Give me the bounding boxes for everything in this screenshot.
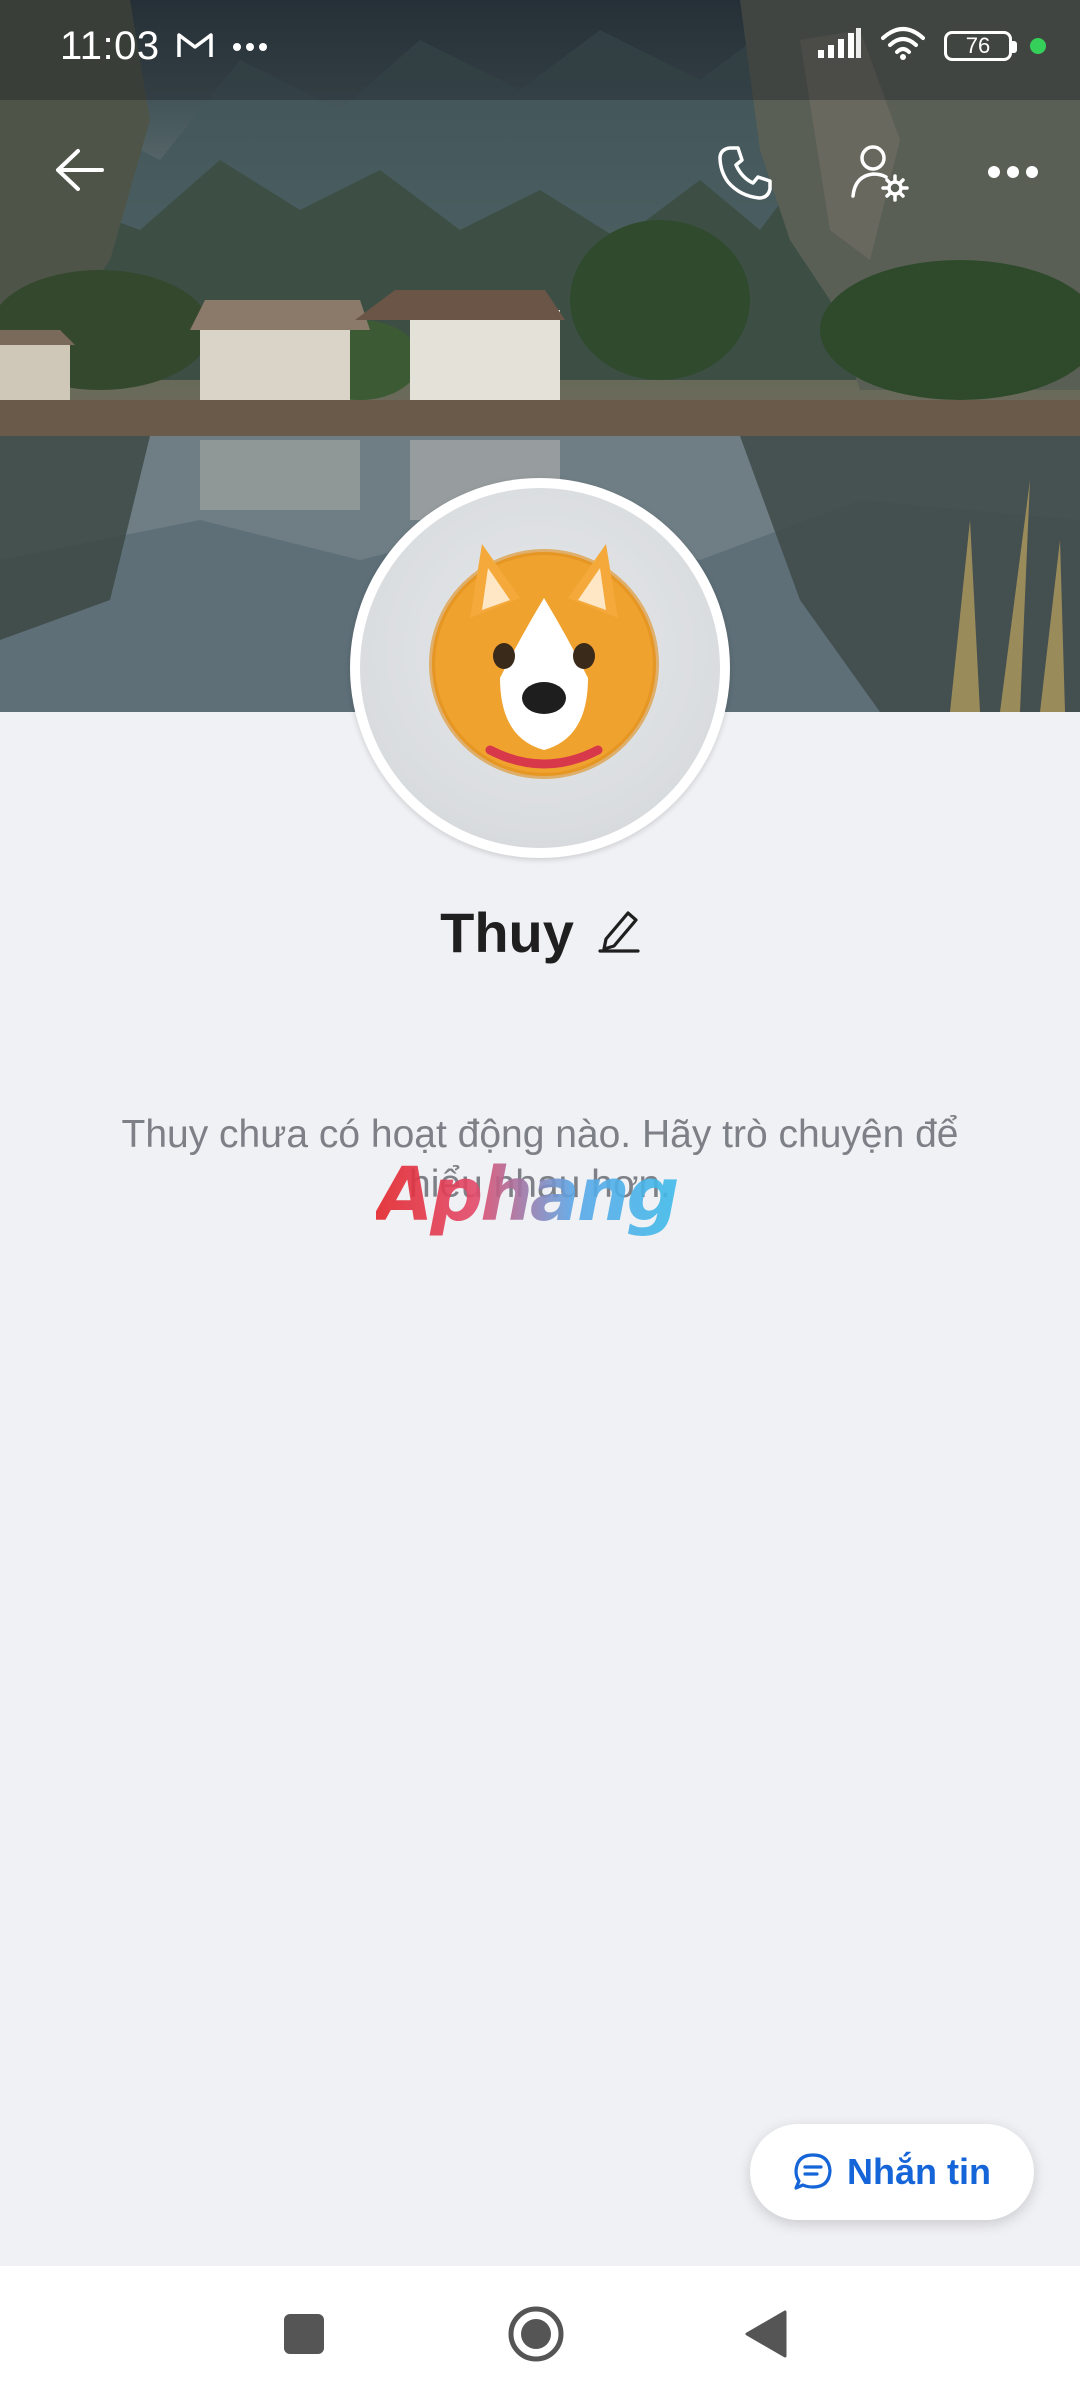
back-arrow-icon xyxy=(56,149,104,191)
recents-square-icon xyxy=(284,2314,324,2354)
more-notifications-icon xyxy=(232,39,268,57)
battery-icon: 76 xyxy=(944,30,1017,61)
back-nav-button[interactable] xyxy=(726,2294,806,2374)
watermark-logo: Aphang xyxy=(376,1150,706,1240)
chat-bubble-icon xyxy=(794,2153,832,2190)
signal-icon xyxy=(816,28,862,63)
status-bar: 11:03 76 xyxy=(0,0,1080,100)
charging-dot-icon xyxy=(1030,37,1046,54)
more-options-icon xyxy=(988,166,1038,178)
back-triangle-icon xyxy=(745,2310,787,2358)
wifi-icon xyxy=(880,26,926,65)
status-time: 11:03 xyxy=(60,24,160,68)
gmail-icon xyxy=(176,30,214,65)
corgi-avatar xyxy=(429,544,659,779)
avatar-frame[interactable] xyxy=(350,478,730,858)
notification-icons xyxy=(176,30,268,65)
pencil-edit-icon[interactable] xyxy=(598,907,640,958)
profile-name: Thuy xyxy=(440,901,574,964)
message-button-label: Nhắn tin xyxy=(847,2151,991,2192)
call-button[interactable] xyxy=(710,138,780,208)
user-settings-button[interactable] xyxy=(840,138,920,208)
more-options-button[interactable] xyxy=(978,150,1048,194)
phone-call-icon xyxy=(718,146,772,200)
user-settings-icon xyxy=(851,145,909,202)
avatar xyxy=(360,488,720,848)
system-status: 76 xyxy=(816,26,1046,65)
back-button[interactable] xyxy=(44,140,114,200)
home-circle-icon xyxy=(508,2306,564,2362)
home-button[interactable] xyxy=(496,2294,576,2374)
message-button[interactable]: Nhắn tin xyxy=(750,2124,1034,2220)
profile-name-row: Thuy xyxy=(0,900,1080,965)
battery-level: 76 xyxy=(965,32,991,58)
navigation-bar xyxy=(0,2266,1080,2400)
recents-button[interactable] xyxy=(264,2294,344,2374)
